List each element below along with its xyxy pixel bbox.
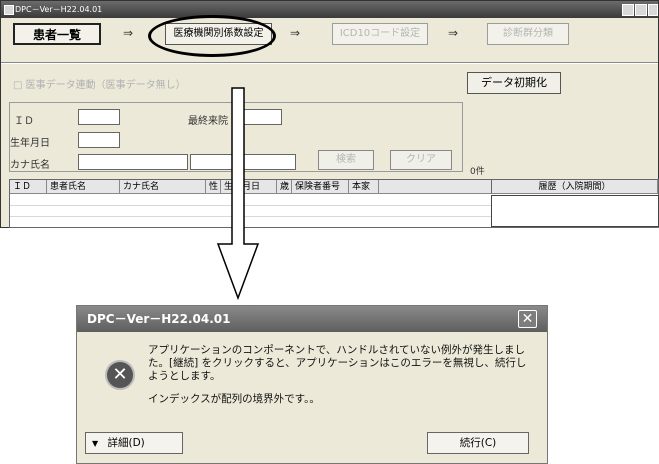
exception-detail: インデックスが配列の境界外です。。	[148, 393, 320, 405]
dialog-close-icon[interactable]: ✕	[518, 310, 537, 328]
error-message-line: た。[継続] をクリックすると、アプリケーションはこのエラーを無視し、続行し	[148, 357, 527, 369]
details-button[interactable]: ▼ 詳細(D)	[85, 432, 183, 454]
error-message-line: ようとします。	[148, 370, 221, 382]
error-dialog: DPC－Ver－H22.04.01 ✕ ✕ アプリケーションのコンポーネントで、…	[76, 305, 548, 464]
error-icon: ✕	[107, 362, 133, 388]
down-arrow-icon	[216, 87, 260, 301]
continue-button[interactable]: 続行(C)	[427, 432, 529, 454]
error-message-line: アプリケーションのコンポーネントで、ハンドルされていない例外が発生しまし	[148, 344, 526, 356]
dialog-title: DPC－Ver－H22.04.01	[77, 306, 547, 332]
details-label: 詳細(D)	[107, 437, 145, 449]
chevron-down-icon: ▼	[92, 439, 99, 448]
